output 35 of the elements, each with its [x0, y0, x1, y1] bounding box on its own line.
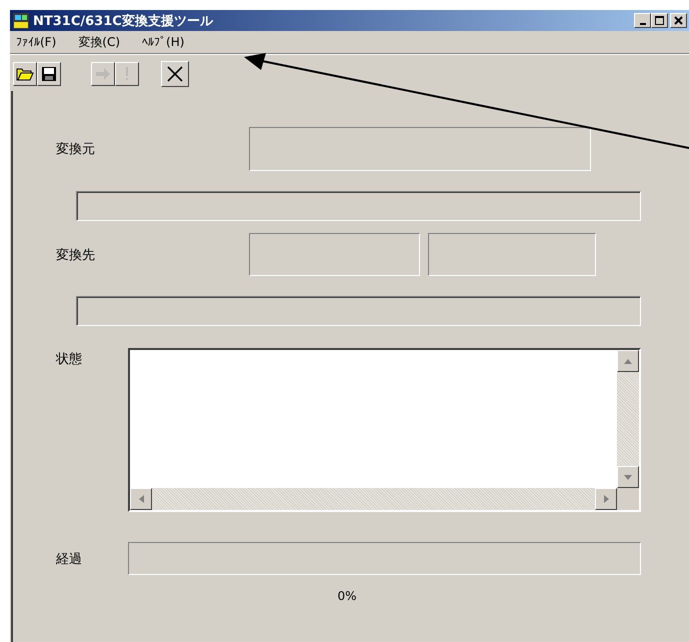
exclamation-icon: [124, 66, 130, 82]
minimize-icon: [640, 22, 646, 24]
scroll-down-icon: [624, 474, 632, 480]
progress-percent: 0%: [337, 589, 357, 603]
minimize-button[interactable]: [634, 13, 651, 28]
horizontal-scrollbar[interactable]: [130, 488, 617, 510]
vertical-scrollbar[interactable]: [617, 350, 639, 488]
folder-icon: [16, 66, 34, 82]
scrollbar-corner: [617, 488, 639, 510]
open-button[interactable]: [13, 62, 37, 86]
menu-item[interactable]: ﾍﾙﾌﾟ(H): [138, 35, 192, 49]
maximize-icon: [655, 16, 664, 25]
field-label: 経過: [55, 550, 83, 568]
source-path-field[interactable]: [76, 191, 641, 221]
save-button[interactable]: [37, 62, 61, 86]
arrow-right-icon: [95, 67, 111, 81]
scroll-left-icon: [138, 495, 144, 503]
target-path-field[interactable]: [76, 296, 641, 326]
exit-button[interactable]: [161, 61, 189, 87]
close-icon: [166, 65, 184, 83]
field-label: 変換元: [55, 141, 96, 158]
field-label: 変換先: [55, 246, 96, 264]
target-field[interactable]: [428, 233, 596, 276]
scroll-up-icon: [624, 358, 632, 364]
field-label: 状態: [54, 351, 83, 368]
menu-item[interactable]: 変換(C): [74, 34, 128, 50]
app-icon: [12, 12, 30, 30]
scroll-right-icon: [604, 495, 608, 503]
close-icon: [674, 16, 683, 25]
window-title: NT31C/631C変換支援ツール: [33, 12, 213, 30]
maximize-button[interactable]: [651, 13, 668, 28]
source-field[interactable]: [249, 127, 591, 171]
close-button[interactable]: [670, 13, 687, 28]
target-field[interactable]: [249, 233, 420, 276]
menu-item[interactable]: ﾌｧｲﾙ(F): [12, 35, 64, 49]
